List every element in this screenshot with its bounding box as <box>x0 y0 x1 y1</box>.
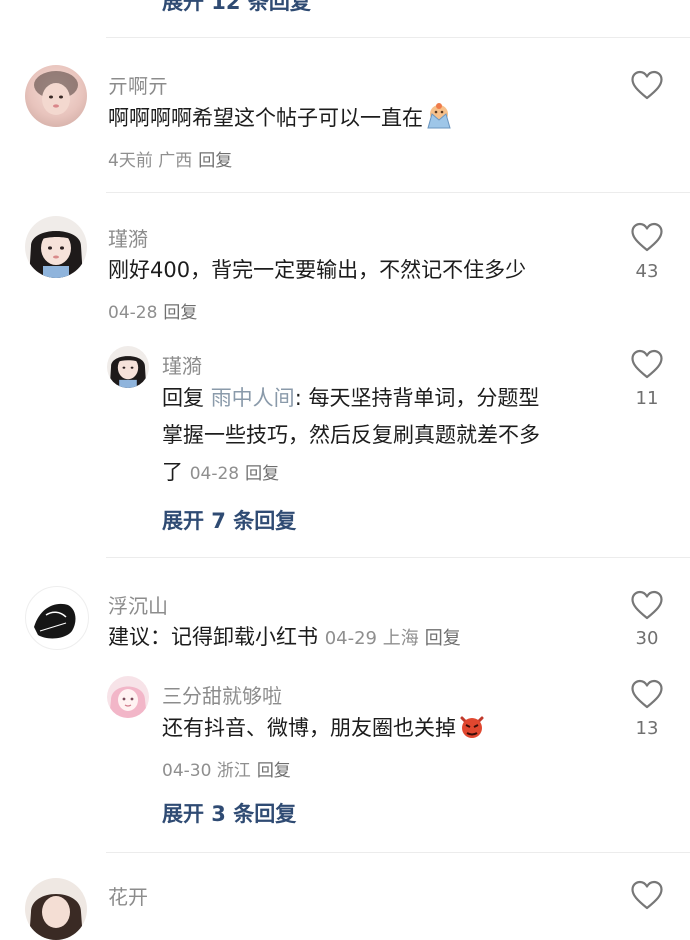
avatar[interactable] <box>107 676 149 718</box>
divider <box>106 192 690 193</box>
reply-button[interactable]: 回复 <box>198 151 232 171</box>
comment-meta: 4天前 广西 回复 <box>108 151 233 171</box>
heart-icon[interactable] <box>631 590 663 620</box>
heart-icon[interactable] <box>631 880 663 910</box>
comment-username[interactable]: 亓啊亓 <box>108 70 168 99</box>
reply-text: 回复 雨中人间: 每天坚持背单词，分题型 掌握一些技巧，然后反复刷真题就差不多 … <box>162 386 540 484</box>
comment-text: 刚好400，背完一定要输出，不然记不住多少 <box>108 258 527 282</box>
reply-button[interactable]: 回复 <box>425 628 461 649</box>
reply-text: 还有抖音、微博，朋友圈也关掉 <box>162 710 486 747</box>
divider <box>106 852 690 853</box>
like-count: 43 <box>635 261 659 282</box>
heart-icon[interactable] <box>631 679 663 709</box>
comment-text: 啊啊啊啊希望这个帖子可以一直在 <box>108 100 453 137</box>
reply-meta: 04-30 浙江 回复 <box>162 761 291 781</box>
reply-username[interactable]: 瑾漪 <box>162 350 202 379</box>
avatar[interactable] <box>25 65 87 127</box>
comment-username[interactable]: 瑾漪 <box>108 223 148 252</box>
reply-username[interactable]: 三分甜就够啦 <box>162 680 282 709</box>
heart-icon[interactable] <box>631 222 663 252</box>
comment-meta: 04-29 上海 <box>324 628 419 649</box>
comment-username[interactable]: 花开 <box>108 881 148 910</box>
like-count: 11 <box>635 388 659 409</box>
divider <box>106 557 690 558</box>
mention-link[interactable]: 雨中人间 <box>211 386 295 410</box>
comment-text: 建议：记得卸载小红书 04-29 上海 回复 <box>108 625 461 649</box>
reply-button[interactable]: 回复 <box>245 464 279 484</box>
like-count: 30 <box>635 628 659 649</box>
reply-button[interactable]: 回复 <box>257 761 291 781</box>
avatar[interactable] <box>25 878 87 940</box>
reply-meta: 04-28 <box>189 464 240 484</box>
heart-icon[interactable] <box>631 349 663 379</box>
divider <box>106 37 690 38</box>
comment-username[interactable]: 浮沉山 <box>108 590 168 619</box>
expand-replies-link[interactable]: 展开 12 条回复 <box>162 0 311 16</box>
avatar[interactable] <box>25 586 89 650</box>
expand-replies-link[interactable]: 展开 3 条回复 <box>162 798 296 828</box>
avatar[interactable] <box>107 346 149 388</box>
avatar[interactable] <box>25 216 87 278</box>
like-count: 13 <box>635 718 659 739</box>
comment-meta: 04-28 回复 <box>108 303 198 323</box>
expand-replies-link[interactable]: 展开 7 条回复 <box>162 505 296 535</box>
praying-emoji-icon <box>427 103 451 129</box>
devil-emoji-icon <box>460 716 484 738</box>
reply-button[interactable]: 回复 <box>163 303 197 323</box>
heart-icon[interactable] <box>631 70 663 100</box>
